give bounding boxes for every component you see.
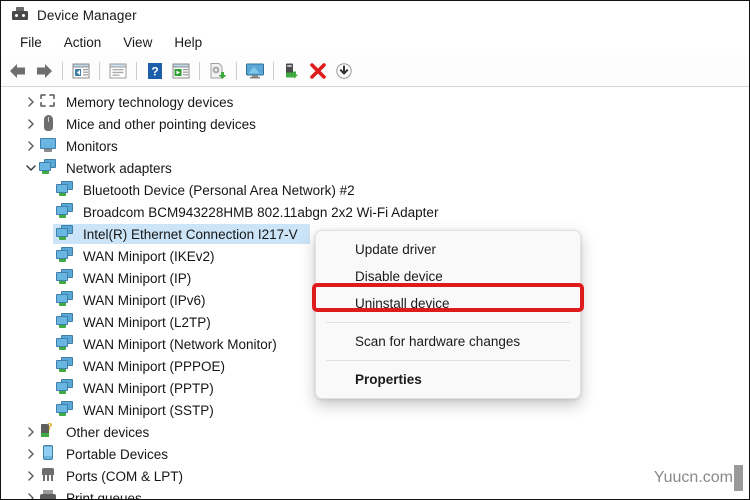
tree-item-portable-devices[interactable]: Portable Devices [1,443,749,465]
portable-device-icon [39,445,57,463]
menu-action[interactable]: Action [53,33,113,52]
update-driver-icon[interactable] [205,58,231,84]
disable-device-icon[interactable] [331,58,357,84]
menu-bar: File Action View Help [1,29,749,55]
tree-item-label: WAN Miniport (IPv6) [83,292,206,308]
ports-icon [39,467,57,485]
tree-item-network-adapters[interactable]: Network adapters [1,157,749,179]
chevron-right-icon[interactable] [23,91,39,113]
chevron-right-icon[interactable] [23,465,39,487]
tree-item-label: WAN Miniport (PPPOE) [83,358,226,374]
tree-item-label: Print queues [66,490,142,500]
tree-item-label: WAN Miniport (Network Monitor) [83,336,277,352]
toolbar-separator [62,61,63,80]
network-adapter-icon [56,379,74,397]
context-menu-properties[interactable]: Properties [316,366,580,393]
tree-item-wan-miniport-sstp[interactable]: WAN Miniport (SSTP) [1,399,749,421]
show-hide-console-tree-icon[interactable] [68,58,94,84]
toolbar-separator [236,61,237,80]
tree-item-bluetooth-device[interactable]: Bluetooth Device (Personal Area Network)… [1,179,749,201]
network-adapter-icon [56,291,74,309]
menu-help[interactable]: Help [163,33,213,52]
context-menu-separator [326,360,570,361]
chevron-right-icon[interactable] [23,421,39,443]
tree-item-memory-technology-devices[interactable]: Memory technology devices [1,91,749,113]
window-title: Device Manager [37,7,137,23]
tree-item-label: Network adapters [66,160,172,176]
tree-item-monitors[interactable]: Monitors [1,135,749,157]
help-icon[interactable]: ? [142,58,168,84]
forward-icon[interactable] [31,58,57,84]
tree-item-label: Mice and other pointing devices [66,116,256,132]
context-menu-scan-for-hardware-changes[interactable]: Scan for hardware changes [316,328,580,355]
properties-icon[interactable] [105,58,131,84]
toolbar-separator [99,61,100,80]
svg-text:?: ? [151,64,158,78]
context-menu-separator [326,322,570,323]
enable-device-icon[interactable] [279,58,305,84]
context-menu-update-driver[interactable]: Update driver [316,236,580,263]
monitor-icon [39,137,57,155]
network-adapter-icon [56,225,74,243]
tree-item-label: WAN Miniport (PPTP) [83,380,214,396]
tree-item-label: WAN Miniport (SSTP) [83,402,214,418]
device-manager-icon [11,6,29,24]
tree-item-label: WAN Miniport (L2TP) [83,314,211,330]
toolbar-separator [136,61,137,80]
network-adapter-icon [56,269,74,287]
toolbar-separator [199,61,200,80]
tree-item-label: WAN Miniport (IKEv2) [83,248,215,264]
network-adapter-icon [56,203,74,221]
tree-item-label: Memory technology devices [66,94,234,110]
network-adapter-icon [56,357,74,375]
chevron-right-icon[interactable] [23,135,39,157]
network-adapter-icon [56,401,74,419]
tree-item-label: Broadcom BCM943228HMB 802.11abgn 2x2 Wi-… [83,204,439,220]
watermark-bar [734,465,743,491]
tree-item-other-devices[interactable]: ? Other devices [1,421,749,443]
menu-view[interactable]: View [112,33,163,52]
network-adapter-icon [56,181,74,199]
back-icon[interactable] [5,58,31,84]
other-devices-icon: ? [39,422,57,441]
chevron-down-icon[interactable] [23,157,39,179]
network-adapter-icon [56,313,74,331]
chevron-right-icon[interactable] [23,487,39,499]
tree-item-label: Ports (COM & LPT) [66,468,184,484]
tree-item-broadcom-wifi-adapter[interactable]: Broadcom BCM943228HMB 802.11abgn 2x2 Wi-… [1,201,749,223]
context-menu[interactable]: Update driver Disable device Uninstall d… [315,230,581,399]
toolbar-separator [273,61,274,80]
mouse-icon [39,115,57,133]
context-menu-uninstall-device[interactable]: Uninstall device [316,290,580,317]
tree-item-mice-and-other-pointing-devices[interactable]: Mice and other pointing devices [1,113,749,135]
toolbar: ? [1,55,749,87]
uninstall-device-icon[interactable] [305,58,331,84]
chevron-right-icon[interactable] [23,443,39,465]
memory-technology-icon [39,93,57,111]
tree-item-label: Other devices [66,424,150,440]
chevron-right-icon[interactable] [23,113,39,135]
menu-file[interactable]: File [9,33,53,52]
tree-item-label: WAN Miniport (IP) [83,270,192,286]
watermark-text: Yuucn.com [653,469,733,486]
tree-item-label: Portable Devices [66,446,169,462]
scan-for-hardware-changes-icon[interactable] [242,58,268,84]
device-manager-window: Device Manager File Action View Help ? M… [0,0,750,500]
tree-item-print-queues[interactable]: Print queues [1,487,749,499]
printer-icon [39,489,57,499]
tree-item-label: Bluetooth Device (Personal Area Network)… [83,182,355,198]
context-menu-disable-device[interactable]: Disable device [316,263,580,290]
network-adapter-icon [56,335,74,353]
network-adapter-icon [56,247,74,265]
tree-item-label: Intel(R) Ethernet Connection I217-V [80,225,301,243]
title-bar: Device Manager [1,1,749,29]
tree-item-ports-com-lpt[interactable]: Ports (COM & LPT) [1,465,749,487]
network-adapter-icon [39,159,57,177]
tree-item-label: Monitors [66,138,118,154]
show-hide-action-pane-icon[interactable] [168,58,194,84]
